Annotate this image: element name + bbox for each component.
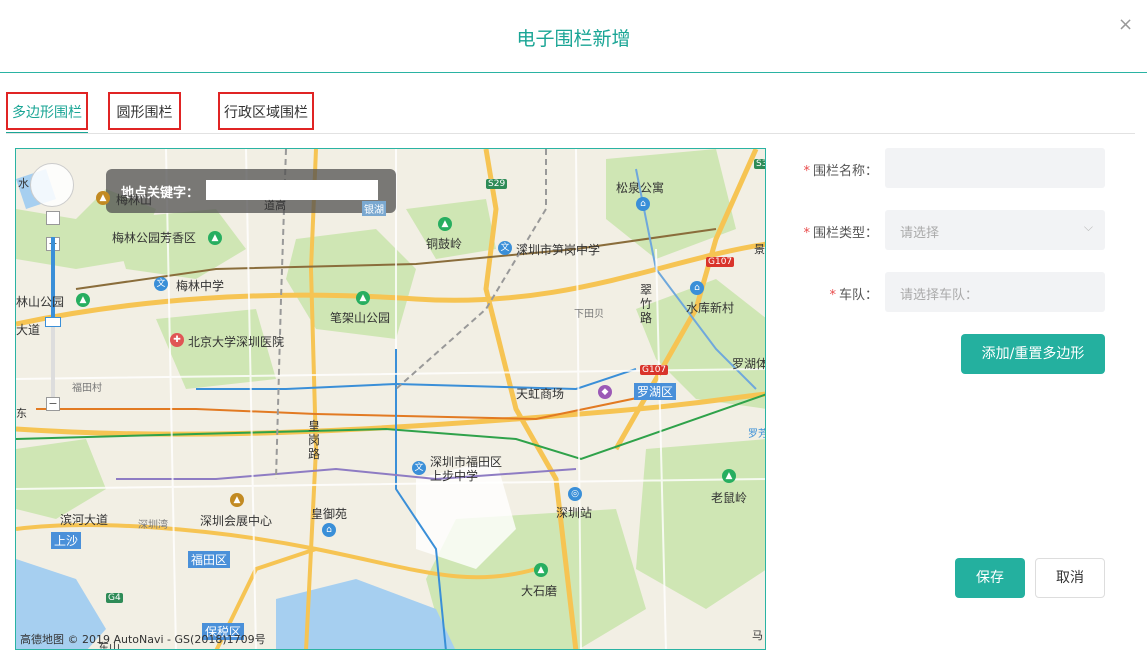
fence-type-tabs: 多边形围栏 圆形围栏 行政区域围栏 (0, 92, 1147, 134)
map-label: 大石磨 (521, 584, 558, 598)
map-label: 滨河大道 (60, 513, 109, 527)
map-label: 翠竹路 (640, 283, 653, 325)
road-shield: S29 (486, 179, 508, 189)
cancel-button[interactable]: 取消 (1035, 558, 1105, 598)
map-label: 福田村 (72, 383, 102, 394)
fence-name-label: * 围栏名称： (803, 164, 878, 179)
fence-type-select[interactable]: 请选择 ⌵ (885, 210, 1105, 250)
map-label: 梅林公园芳香区 (112, 231, 197, 245)
map-label: 梅林中学 (176, 279, 225, 293)
map-label: 东 (16, 407, 27, 420)
map-district-label: 福田区 (188, 551, 231, 568)
team-select[interactable]: 请选择车队： (885, 272, 1105, 312)
map-district-label: 上沙 (51, 532, 82, 549)
road-shield: G107 (706, 257, 735, 267)
fence-type-row: * 围栏类型： 请选择 ⌵ (790, 210, 1110, 250)
residence-icon: ⌂ (690, 281, 704, 295)
map-label: 景 (754, 243, 765, 256)
map-label: 水 (18, 177, 29, 190)
park-icon: ▲ (76, 293, 90, 307)
museum-icon: ▲ (96, 191, 110, 205)
shopping-icon: ◆ (598, 385, 612, 399)
map-label: 笔架山公园 (330, 311, 391, 325)
map-label: 大道 (16, 323, 41, 337)
dialog-title: 电子围栏新增 (516, 28, 631, 50)
zoom-out-button[interactable]: − (46, 397, 60, 411)
map-label: 道高 (264, 199, 286, 212)
park-icon: ▲ (356, 291, 370, 305)
park-icon: ▲ (208, 231, 222, 245)
map-label: 深圳湾 (138, 520, 168, 531)
team-row: * 车队： 请选择车队： (790, 272, 1110, 312)
school-icon: 文 (154, 277, 168, 291)
map-copyright: 高德地图 © 2019 AutoNavi - GS(2018)1709号 (20, 633, 266, 646)
map-label: 老鼠岭 (711, 491, 748, 505)
map-label: 铜鼓岭 (426, 237, 463, 251)
park-icon: ▲ (722, 469, 736, 483)
team-label: * 车队： (829, 288, 878, 303)
close-icon[interactable]: × (1118, 14, 1133, 35)
save-button[interactable]: 保存 (955, 558, 1025, 598)
map-label: 北京大学深圳医院 (188, 335, 285, 349)
team-placeholder: 请选择车队： (900, 288, 979, 303)
add-reset-polygon-button[interactable]: 添加/重置多边形 (961, 334, 1105, 374)
road-shield: G4 (106, 593, 123, 603)
school-icon: 文 (498, 241, 512, 255)
dialog-header: 电子围栏新增 × (0, 0, 1147, 73)
map-label: 水库新村 (686, 301, 735, 315)
hospital-icon: ✚ (170, 333, 184, 347)
map-label: 梅林山 (116, 193, 153, 207)
fence-type-placeholder: 请选择 (900, 226, 940, 241)
tab-circle-fence[interactable]: 圆形围栏 (108, 92, 181, 130)
school-icon: 文 (412, 461, 426, 475)
map-label: 皇岗路 (308, 419, 321, 461)
map-label: 深圳市福田区上步中学 (430, 455, 503, 483)
keyword-input[interactable] (206, 180, 378, 200)
road-shield: S3 (754, 159, 765, 169)
map-label: 松泉公寓 (616, 181, 665, 195)
fence-type-label: * 围栏类型： (803, 226, 878, 241)
chevron-down-icon: ⌵ (1083, 220, 1093, 234)
park-icon: ▲ (438, 217, 452, 231)
residence-icon: ⌂ (322, 523, 336, 537)
tab-divider (6, 133, 1135, 134)
tab-district-fence[interactable]: 行政区域围栏 (218, 92, 314, 130)
map-label: 银湖 (362, 201, 386, 216)
park-icon: ▲ (534, 563, 548, 577)
residence-icon: ⌂ (636, 197, 650, 211)
map-label: 天虹商场 (516, 387, 565, 401)
museum-icon: ▲ (230, 493, 244, 507)
map-label: 深圳会展中心 (200, 514, 273, 528)
zoom-reset-dot[interactable] (46, 211, 60, 225)
map-label: 深圳市笋岗中学 (516, 243, 601, 257)
tab-polygon-fence[interactable]: 多边形围栏 (6, 92, 88, 134)
zoom-slider-handle[interactable] (45, 317, 61, 327)
fence-name-row: * 围栏名称： (790, 148, 1110, 188)
fence-name-input[interactable] (885, 148, 1105, 188)
map-label: 皇御苑 (311, 507, 348, 521)
map-district-label: 罗湖区 (634, 383, 677, 400)
map-view[interactable]: 地点关键字： + − 梅林公园芳香区 梅林中学 北京大学深圳医院 笔架山公园 铜… (15, 148, 766, 650)
station-icon: ◎ (568, 487, 582, 501)
map-label: 罗湖体 (732, 357, 766, 371)
map-label: 下田贝 (574, 309, 604, 320)
map-label: 深圳站 (556, 506, 593, 520)
pan-control[interactable] (30, 163, 74, 207)
map-label: 罗芳 (748, 429, 766, 440)
map-label: 马 (752, 629, 763, 642)
road-shield: G107 (640, 365, 669, 375)
map-label: 林山公园 (16, 295, 65, 309)
